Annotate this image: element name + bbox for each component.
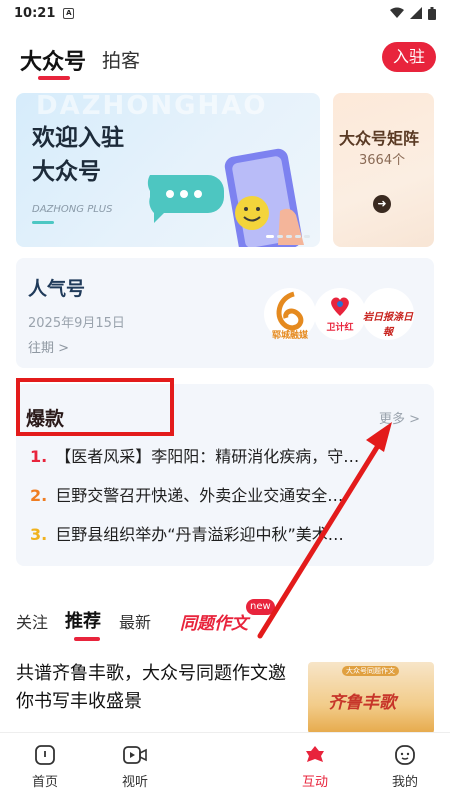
feed-tabs: 关注 推荐 最新 同题作文 new	[0, 599, 450, 645]
sim-icon: A	[63, 7, 75, 19]
account-logo-label: 郓城融媒	[271, 331, 308, 341]
wifi-icon	[390, 7, 404, 18]
banner-illustration	[147, 148, 304, 247]
tab-latest[interactable]: 最新	[119, 609, 151, 633]
nav-home-label: 首页	[31, 775, 58, 790]
popular-title: 人气号	[28, 278, 86, 300]
nav-home[interactable]: 首页	[15, 743, 75, 790]
tab-promo-essay[interactable]: 同题作文	[180, 609, 248, 634]
tab-active-indicator	[38, 76, 70, 80]
account-logo-yuncheng[interactable]: 郓城融媒	[264, 288, 316, 341]
pagination-dot-active	[266, 235, 274, 238]
matrix-card-title: 大众号矩阵	[339, 129, 420, 148]
tab-recommend[interactable]: 推荐	[65, 607, 101, 633]
hot-rank-number: 3.	[30, 525, 48, 544]
battery-icon	[428, 6, 436, 20]
popular-accounts-card[interactable]: 人气号 2025年9月15日 往期 > 郓城融媒 卫计红 岩日报涤日報	[16, 258, 434, 368]
tab-recommend-indicator	[74, 637, 100, 641]
home-icon	[35, 745, 55, 765]
hot-rank-number: 2.	[30, 486, 48, 505]
status-icons	[390, 6, 436, 20]
account-logo-label: 卫计红	[326, 323, 354, 333]
account-logo-weijihong[interactable]: 卫计红	[314, 288, 366, 340]
join-button[interactable]: 入驻	[382, 42, 436, 72]
matrix-card[interactable]: 大众号矩阵 3664个 ➜	[333, 93, 434, 247]
past-issues-link[interactable]: 往期 >	[28, 337, 69, 356]
account-logo-label: 岩日报涤日報	[363, 312, 413, 338]
tab-follow[interactable]: 关注	[16, 609, 48, 633]
thumbnail-tag: 大众号同题作文	[342, 666, 399, 676]
pagination-dot	[295, 235, 301, 238]
nav-mine-label: 我的	[391, 775, 418, 790]
hot-list-item[interactable]: 2. 巨野交警召开快递、外卖企业交通安全…	[30, 482, 422, 506]
profile-icon	[395, 745, 415, 765]
bottom-navigation: 首页 视听 互动 我的	[0, 732, 450, 800]
popular-date: 2025年9月15日	[28, 316, 125, 331]
article-thumbnail[interactable]: 大众号同题作文 齐鲁丰歌	[308, 662, 434, 734]
hot-rank-number: 1.	[30, 447, 48, 466]
hot-item-text: 巨野交警召开快递、外卖企业交通安全…	[55, 486, 344, 505]
signal-icon	[410, 7, 422, 19]
arrow-right-icon[interactable]: ➜	[373, 195, 391, 213]
hot-list-item[interactable]: 3. 巨野县组织举办“丹青溢彩迎中秋”美术…	[30, 521, 422, 545]
tab-dazhonghao[interactable]: 大众号	[20, 44, 86, 76]
pagination-dot	[277, 235, 283, 238]
nav-video[interactable]: 视听	[105, 743, 165, 790]
new-badge: new	[246, 599, 275, 615]
interact-icon	[306, 746, 324, 762]
tab-paike[interactable]: 拍客	[102, 46, 140, 73]
pagination-dot	[286, 235, 292, 238]
nav-interact-label: 互动	[301, 775, 328, 790]
annotation-highlight-box	[16, 378, 174, 436]
hot-list-more-link[interactable]: 更多 >	[379, 408, 420, 427]
header-tabs: 大众号 拍客 入驻	[0, 38, 450, 82]
hot-item-text: 巨野县组织举办“丹青溢彩迎中秋”美术…	[55, 525, 344, 544]
welcome-banner[interactable]: DAZHONGHAO 欢迎入驻 大众号 DAZHONG PLUS	[16, 93, 320, 247]
article-title[interactable]: 共谱齐鲁丰歌，大众号同题作文邀你书写丰收盛景	[16, 660, 286, 716]
nav-interact[interactable]: 互动	[285, 743, 345, 790]
hot-item-text: 【医者风采】李阳阳：精研消化疾病，守…	[55, 447, 360, 466]
banner-pagination	[266, 235, 310, 238]
matrix-card-count: 3664个	[359, 153, 406, 168]
status-bar: 10:21 A	[0, 0, 450, 26]
status-time: 10:21	[14, 5, 56, 21]
nav-video-label: 视听	[121, 775, 148, 790]
video-icon	[123, 746, 147, 764]
nav-mine[interactable]: 我的	[375, 743, 435, 790]
pagination-dot	[304, 235, 310, 238]
app-screen: 10:21 A 大众号 拍客 入驻 DAZHONGHAO 欢迎入驻 大众号 DA…	[0, 0, 450, 800]
thumbnail-caption: 齐鲁丰歌	[328, 693, 396, 713]
account-logo-newspaper[interactable]: 岩日报涤日報	[362, 288, 414, 340]
hot-list-item[interactable]: 1. 【医者风采】李阳阳：精研消化疾病，守…	[30, 443, 422, 467]
